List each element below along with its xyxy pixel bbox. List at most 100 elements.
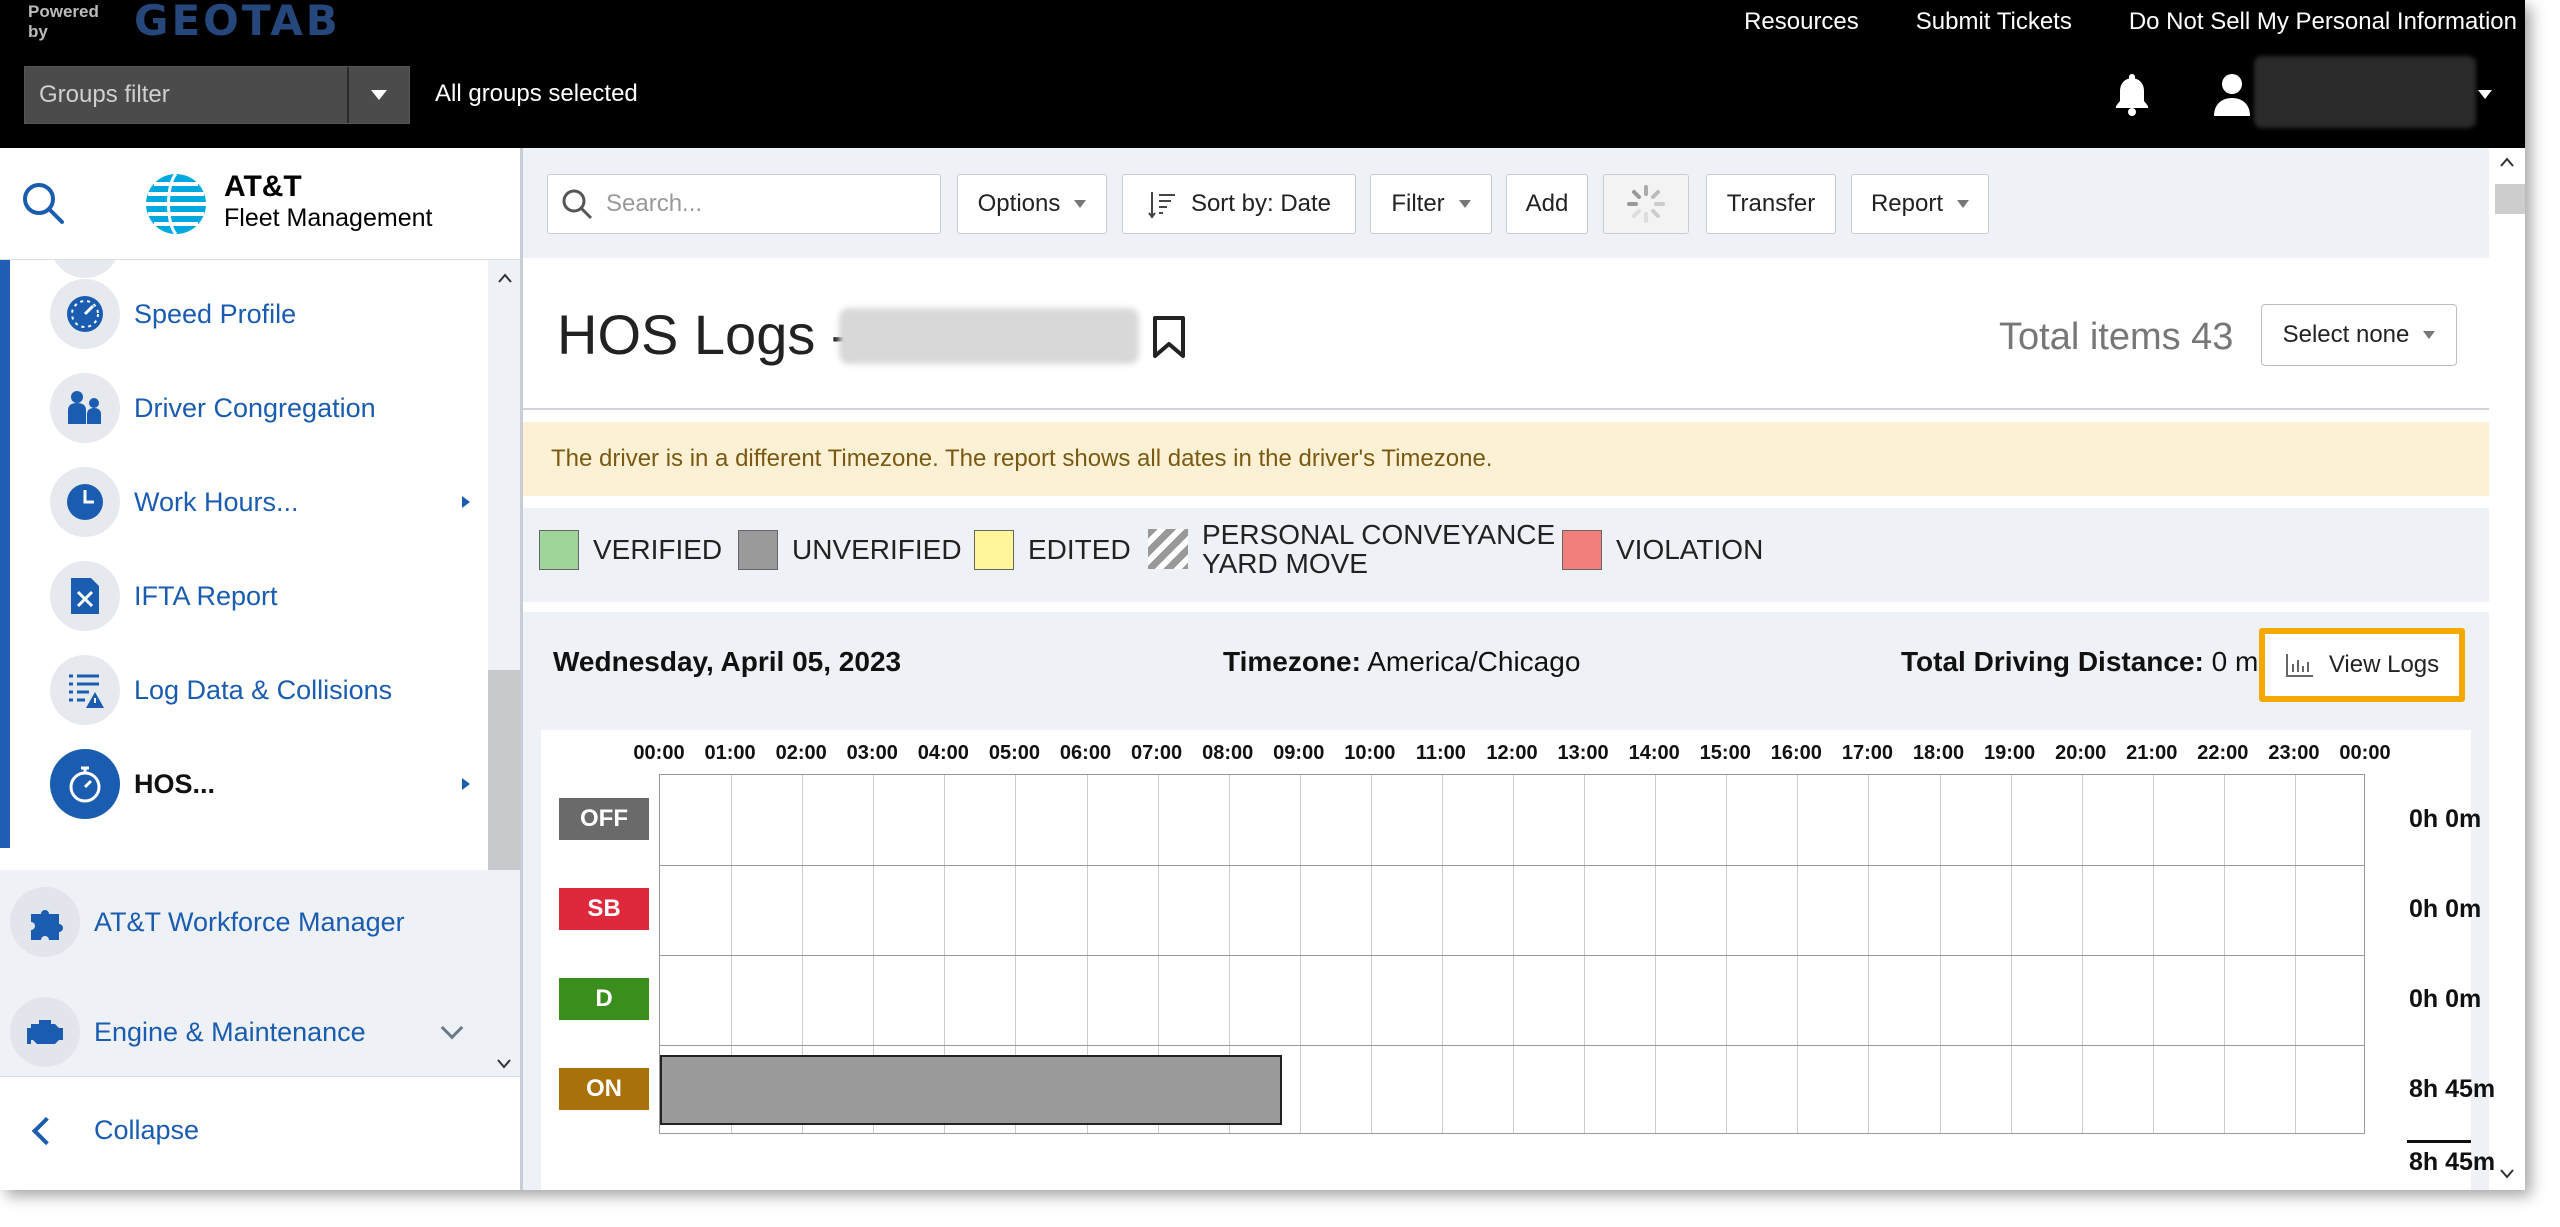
total-divider [2407, 1140, 2471, 1143]
title-row: HOS Logs - Total items 43 Select none [523, 258, 2489, 410]
legend-label: PERSONAL CONVEYANCE [1202, 519, 1556, 550]
duty-segment-on[interactable] [660, 1055, 1282, 1125]
total-items-count: Total items 43 [1999, 316, 2234, 358]
hour-label: 15:00 [1699, 742, 1751, 764]
grid-line [1513, 775, 1514, 1133]
clock-icon [50, 467, 120, 537]
page-title: HOS Logs - [557, 303, 850, 366]
view-logs-label: View Logs [2328, 651, 2440, 678]
sort-button[interactable]: Sort by: Date [1122, 174, 1356, 234]
resources-link[interactable]: Resources [1744, 8, 1859, 36]
engine-icon [10, 997, 80, 1067]
caret-down-icon [2423, 331, 2436, 339]
hour-label: 00:00 [2339, 742, 2391, 764]
sidebar-item-label: Work Hours... [134, 486, 299, 517]
scroll-down-icon[interactable] [496, 1058, 512, 1070]
content-area: HOS Logs - Total items 43 Select none Th… [523, 258, 2495, 1190]
geotab-logo[interactable]: GEOTAB [134, 0, 341, 45]
legend-verified: VERIFIED [539, 530, 722, 570]
sidebar-item-label: Log Data & Collisions [134, 674, 393, 705]
select-none-label: Select none [2282, 321, 2410, 348]
submit-tickets-link[interactable]: Submit Tickets [1916, 8, 2072, 36]
sidebar-item-label: IFTA Report [134, 580, 278, 611]
sidebar-item-label: HOS... [134, 768, 216, 799]
user-menu-caret-icon[interactable] [2478, 90, 2492, 99]
sidebar-item-ifta-report[interactable]: IFTA Report [50, 556, 480, 636]
sidebar-scroll-thumb[interactable] [488, 670, 520, 870]
hour-label: 22:00 [2197, 742, 2249, 764]
hour-label: 05:00 [988, 742, 1040, 764]
hour-label: 11:00 [1415, 742, 1466, 764]
bar-chart-icon [2285, 654, 2313, 677]
groups-selected-text: All groups selected [435, 80, 638, 107]
grid-line [2081, 775, 2083, 1133]
scroll-up-icon[interactable] [497, 272, 513, 284]
unverified-swatch [738, 530, 778, 570]
grid-line [1726, 775, 1728, 1133]
options-label: Options [977, 190, 1061, 217]
top-bar: Powered by GEOTAB Resources Submit Ticke… [0, 0, 2525, 148]
sidebar: AT&T Fleet Management Speed Profile Driv… [0, 148, 523, 1190]
sort-prefix-label: Sort by: [1190, 190, 1274, 217]
hour-label: 13:00 [1557, 742, 1609, 764]
caret-down-icon [1458, 200, 1471, 208]
legend-unverified: UNVERIFIED [738, 530, 962, 570]
grid-line [1299, 775, 1301, 1133]
transfer-button[interactable]: Transfer [1706, 174, 1836, 234]
sidebar-scrollbar[interactable] [488, 260, 520, 870]
report-button[interactable]: Report [1851, 174, 1989, 234]
filter-button[interactable]: Filter [1370, 174, 1492, 234]
main-scrollbar[interactable] [2489, 148, 2525, 1190]
stopwatch-icon [50, 749, 120, 819]
user-icon[interactable] [2212, 72, 2252, 121]
sidebar-item-driver-congregation[interactable]: Driver Congregation [50, 368, 480, 448]
timezone-value: America/Chicago [1367, 646, 1581, 677]
caret-down-icon [371, 90, 387, 100]
puzzle-icon [10, 887, 80, 957]
collapse-button[interactable]: Collapse [0, 1076, 520, 1190]
legend-violation: VIOLATION [1562, 530, 1763, 570]
hour-label: 19:00 [1984, 742, 2036, 764]
sidebar-item-work-hours[interactable]: Work Hours... [50, 462, 480, 542]
grid-line [1939, 775, 1941, 1133]
notifications-bell-icon[interactable] [2112, 72, 2152, 121]
search-input[interactable] [606, 190, 926, 218]
grid-line [1797, 775, 1799, 1133]
scroll-up-icon[interactable] [2499, 156, 2515, 168]
add-button[interactable]: Add [1506, 174, 1588, 234]
groups-filter-dropdown[interactable]: Groups filter [24, 66, 410, 124]
sidebar-item-hos[interactable]: HOS... [50, 744, 480, 824]
main-scroll-thumb[interactable] [2495, 184, 2525, 214]
row-total-on: 8h 45m [2409, 1075, 2496, 1103]
sidebar-sections: AT&T Workforce Manager Engine & Maintena… [0, 870, 488, 1076]
sidebar-section-label: Engine & Maintenance [94, 1016, 366, 1047]
hour-label: 10:00 [1344, 742, 1396, 764]
search-icon [562, 189, 593, 220]
hour-label: 02:00 [775, 742, 827, 764]
sidebar-section-workforce-manager[interactable]: AT&T Workforce Manager [10, 882, 480, 962]
speedometer-icon [50, 279, 120, 349]
sidebar-item-speed-profile[interactable]: Speed Profile [50, 274, 480, 354]
sidebar-section-engine-maintenance[interactable]: Engine & Maintenance [10, 992, 480, 1072]
list-warning-icon [50, 655, 120, 725]
sidebar-item-log-data-collisions[interactable]: Log Data & Collisions [50, 650, 480, 730]
grid-line [2152, 775, 2154, 1133]
chevron-down-icon[interactable] [440, 1016, 464, 1040]
personal-conveyance-swatch [1148, 529, 1188, 569]
scroll-down-icon[interactable] [2499, 1168, 2515, 1180]
sidebar-search-icon[interactable] [20, 180, 66, 231]
select-none-button[interactable]: Select none [2261, 304, 2457, 366]
view-logs-button[interactable]: View Logs [2259, 628, 2465, 702]
do-not-sell-link[interactable]: Do Not Sell My Personal Information [2129, 8, 2517, 36]
grid-line [1370, 775, 1372, 1133]
bookmark-icon[interactable] [1151, 314, 1187, 365]
expand-arrow-icon [462, 496, 470, 508]
search-box[interactable] [547, 174, 941, 234]
hour-label: 04:00 [917, 742, 969, 764]
status-label-sb: SB [559, 888, 649, 930]
options-button[interactable]: Options [957, 174, 1107, 234]
user-name-redacted[interactable] [2254, 56, 2476, 128]
groups-filter-toggle[interactable] [347, 67, 409, 123]
groups-filter-placeholder[interactable]: Groups filter [25, 67, 347, 123]
caret-down-icon [1957, 200, 1970, 208]
